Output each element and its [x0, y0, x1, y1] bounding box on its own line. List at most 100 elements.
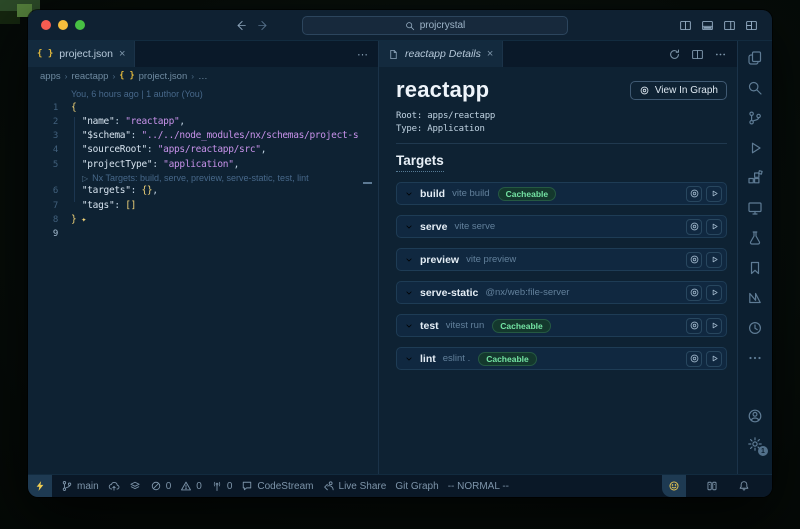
view-target-button[interactable]	[686, 186, 702, 202]
extensions-icon	[747, 170, 763, 186]
play-icon	[709, 353, 720, 364]
status-label: CodeStream	[257, 481, 313, 492]
code-line[interactable]: 7 "tags": []	[28, 199, 378, 213]
code-line[interactable]: 1{	[28, 101, 378, 115]
code-line[interactable]: 3 "$schema": "../../node_modules/nx/sche…	[28, 129, 378, 143]
status-item-live-share[interactable]: Live Share	[323, 480, 387, 492]
status-item-codestream[interactable]: CodeStream	[241, 480, 313, 492]
panel-bottom-icon[interactable]	[701, 19, 714, 32]
activity-item-more-horizontal[interactable]	[747, 350, 763, 366]
status-item-git-graph[interactable]: Git Graph	[395, 481, 438, 492]
split-editor-icon[interactable]	[679, 19, 692, 32]
nx-targets-codelens[interactable]: ▷Nx Targets: build, serve, preview, serv…	[71, 172, 378, 185]
target-row-test[interactable]: testvitest runCacheable	[396, 314, 727, 337]
activity-item-testing[interactable]	[747, 230, 763, 246]
view-target-button[interactable]	[686, 351, 702, 367]
more-actions-icon[interactable]: ⋯	[357, 48, 368, 61]
source-control-icon	[747, 110, 763, 126]
eye-icon	[689, 254, 700, 265]
run-target-button[interactable]	[706, 186, 722, 202]
code-line[interactable]: 9	[28, 227, 378, 241]
navigate-forward-icon[interactable]	[257, 19, 270, 32]
status-item-branch-status[interactable]: main	[61, 480, 99, 492]
code-editor[interactable]: You, 6 hours ago | 1 author (You)1{2 "na…	[28, 85, 378, 474]
status-label: main	[77, 481, 99, 492]
code-line[interactable]: 6 "targets": {},	[28, 184, 378, 198]
breadcrumb-item[interactable]: apps	[40, 71, 61, 82]
close-tab-icon[interactable]: ×	[119, 49, 125, 60]
breadcrumb[interactable]: apps›reactapp›{ }project.json›…	[28, 67, 378, 85]
target-row-build[interactable]: buildvite buildCacheable	[396, 182, 727, 205]
json-braces-icon: { }	[119, 71, 134, 81]
chevron-down-icon[interactable]	[404, 288, 414, 298]
code-line[interactable]: 4 "sourceRoot": "apps/reactapp/src",	[28, 143, 378, 157]
tab-bar-left: { } project.json × ⋯	[28, 41, 378, 67]
close-tab-icon[interactable]: ×	[487, 49, 493, 60]
run-target-button[interactable]	[706, 219, 722, 235]
view-in-graph-label: View In Graph	[655, 85, 718, 96]
status-item-publish-changes[interactable]	[108, 480, 120, 492]
status-item-notifications[interactable]	[738, 480, 750, 492]
activity-item-remote-explorer[interactable]	[747, 200, 763, 216]
activity-item-extensions[interactable]	[747, 170, 763, 186]
status-item-screencast[interactable]	[706, 480, 718, 492]
cacheable-badge: Cacheable	[478, 352, 537, 366]
activity-item-time-circle[interactable]	[747, 320, 763, 336]
status-item-gitlens-status[interactable]	[129, 480, 141, 492]
run-target-button[interactable]	[706, 318, 722, 334]
close-window-button[interactable]	[41, 20, 51, 30]
activity-item-bookmarks[interactable]	[747, 260, 763, 276]
run-target-button[interactable]	[706, 351, 722, 367]
activity-item-account[interactable]	[747, 408, 763, 424]
code-line[interactable]: 2 "name": "reactapp",	[28, 115, 378, 129]
view-target-button[interactable]	[686, 285, 702, 301]
breadcrumb-item[interactable]: …	[198, 71, 208, 82]
chevron-down-icon[interactable]	[404, 222, 414, 232]
status-item-feedback[interactable]	[662, 475, 686, 497]
view-target-button[interactable]	[686, 219, 702, 235]
navigate-back-icon[interactable]	[234, 19, 247, 32]
target-row-serve-static[interactable]: serve-static@nx/web:file-server	[396, 281, 727, 304]
split-editor-icon[interactable]	[691, 48, 704, 61]
breadcrumb-item[interactable]: reactapp	[71, 71, 108, 82]
code-line[interactable]: 5 "projectType": "application",	[28, 158, 378, 172]
layout-grid-icon[interactable]	[745, 19, 758, 32]
run-target-button[interactable]	[706, 285, 722, 301]
activity-item-nx-console[interactable]	[747, 290, 763, 306]
panel-dots-icon	[706, 480, 718, 492]
view-target-button[interactable]	[686, 252, 702, 268]
file-icon	[388, 49, 399, 60]
activity-item-settings-gear[interactable]: 1	[747, 436, 763, 452]
view-target-button[interactable]	[686, 318, 702, 334]
breadcrumb-item[interactable]: project.json	[139, 71, 188, 82]
command-center[interactable]: projcrystal	[302, 16, 568, 35]
status-item-ports-count[interactable]: 0	[211, 480, 233, 492]
target-command: vite preview	[466, 254, 516, 265]
chevron-down-icon[interactable]	[404, 189, 414, 199]
status-item-remote-indicator[interactable]	[28, 475, 52, 497]
status-item-vim-mode[interactable]: -- NORMAL --	[448, 481, 509, 492]
chevron-down-icon[interactable]	[404, 321, 414, 331]
activity-item-run-debug[interactable]	[747, 140, 763, 156]
target-row-lint[interactable]: linteslint .Cacheable	[396, 347, 727, 370]
run-target-button[interactable]	[706, 252, 722, 268]
code-line[interactable]: 8} ✦	[28, 213, 378, 227]
chevron-down-icon[interactable]	[404, 255, 414, 265]
activity-item-source-control[interactable]	[747, 110, 763, 126]
status-item-errors-count[interactable]: 0	[150, 480, 172, 492]
activity-item-explorer[interactable]	[747, 50, 763, 66]
view-in-graph-button[interactable]: View In Graph	[630, 81, 727, 100]
panel-right-icon[interactable]	[723, 19, 736, 32]
refresh-icon[interactable]	[668, 48, 681, 61]
tab-reactapp-details[interactable]: reactapp Details ×	[379, 41, 503, 67]
status-item-warnings-count[interactable]: 0	[180, 480, 202, 492]
tab-project-json[interactable]: { } project.json ×	[28, 41, 135, 67]
project-meta: Root: apps/reactapp Type: Application	[396, 110, 727, 135]
more-horizontal-icon[interactable]	[714, 48, 727, 61]
target-row-preview[interactable]: previewvite preview	[396, 248, 727, 271]
minimize-window-button[interactable]	[58, 20, 68, 30]
zoom-window-button[interactable]	[75, 20, 85, 30]
activity-item-search[interactable]	[747, 80, 763, 96]
chevron-down-icon[interactable]	[404, 354, 414, 364]
target-row-serve[interactable]: servevite serve	[396, 215, 727, 238]
